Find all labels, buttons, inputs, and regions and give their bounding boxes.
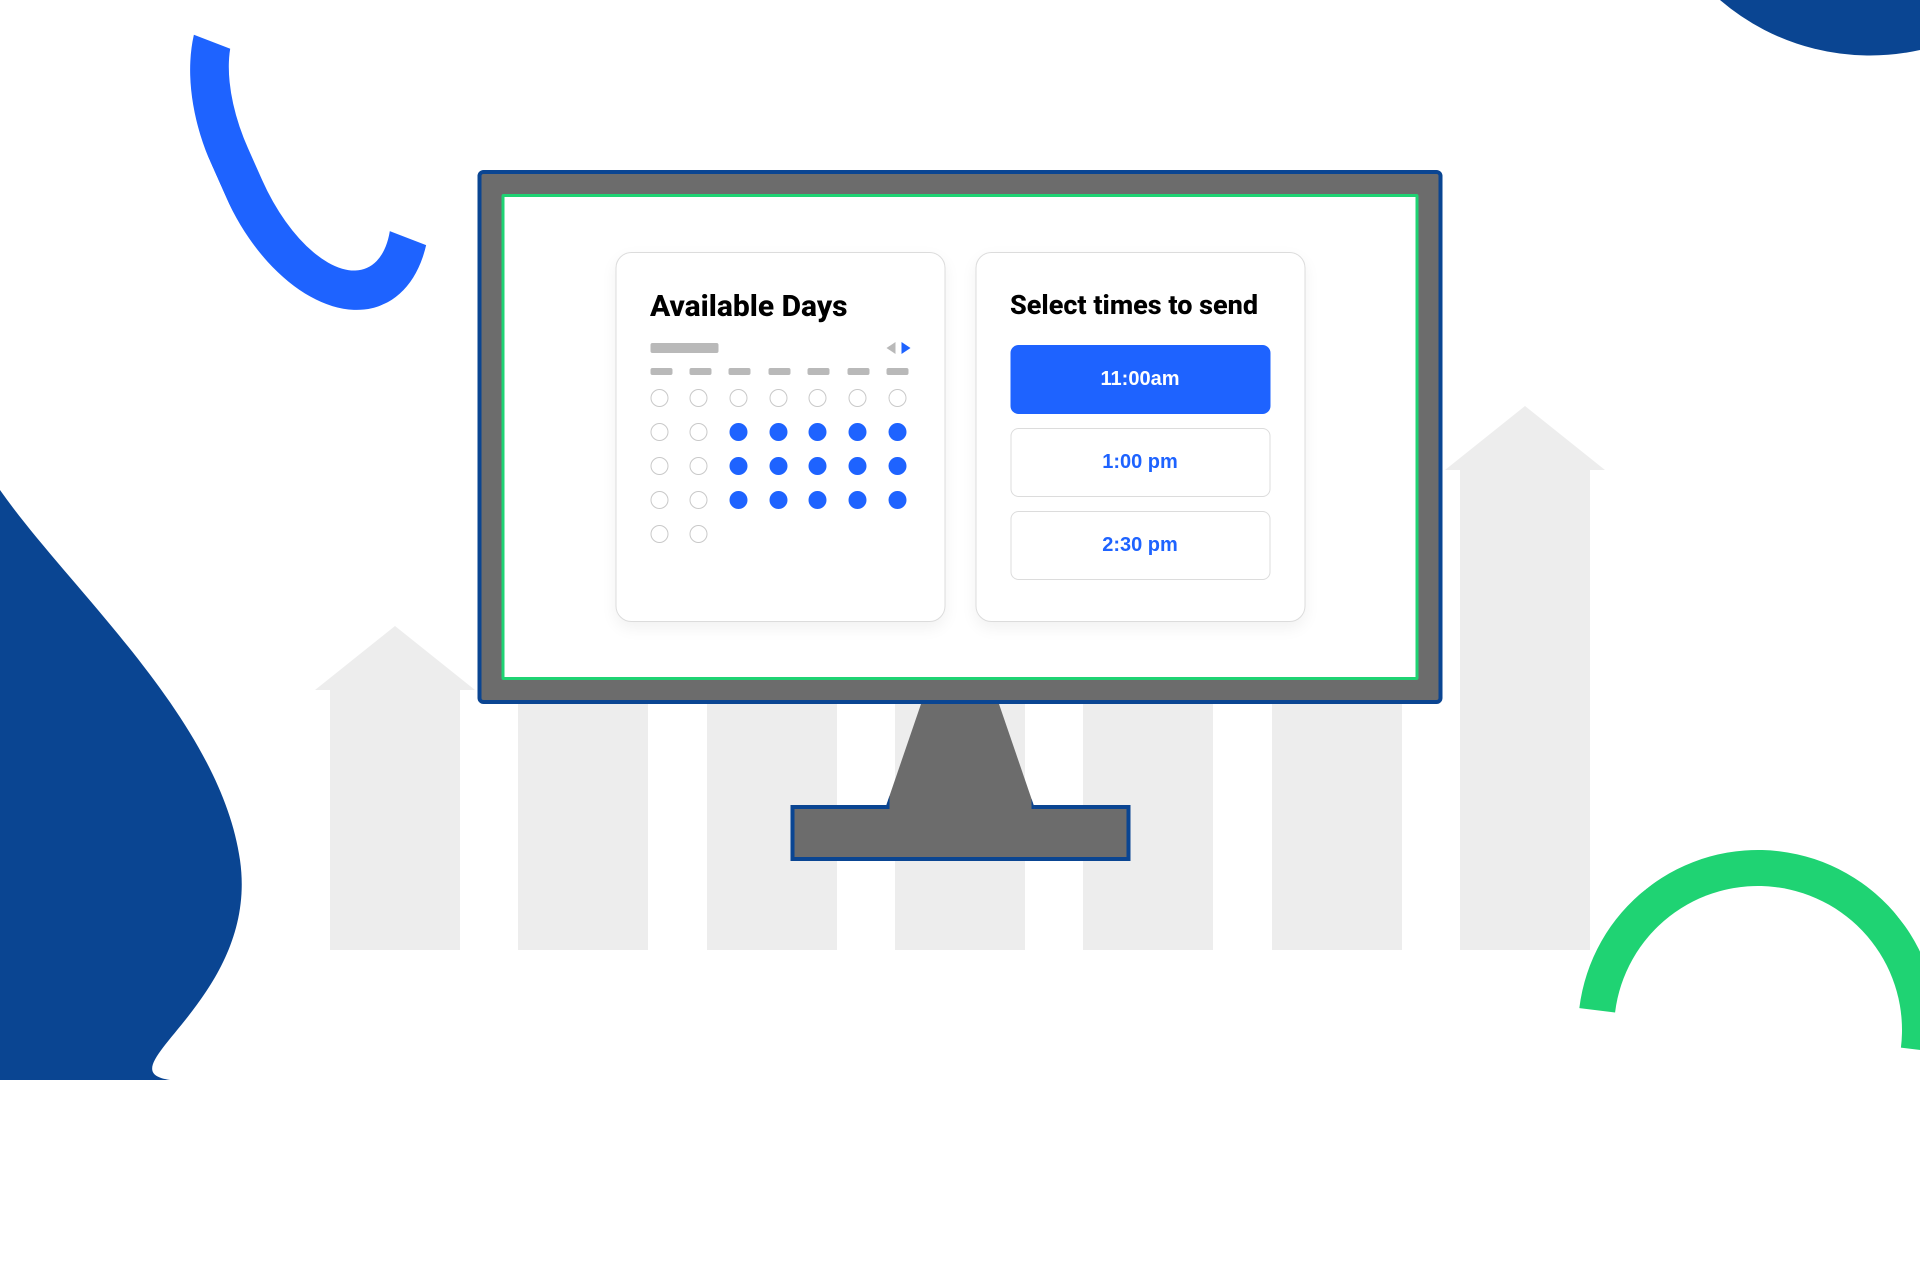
time-option-button[interactable]: 1:00 pm bbox=[1010, 428, 1270, 497]
calendar-day[interactable] bbox=[809, 491, 827, 509]
calendar-month-row bbox=[650, 342, 910, 354]
available-days-title: Available Days bbox=[650, 289, 910, 324]
calendar-day[interactable] bbox=[650, 525, 668, 543]
available-days-card: Available Days bbox=[615, 252, 945, 622]
calendar-nav bbox=[886, 342, 910, 354]
calendar-day[interactable] bbox=[809, 423, 827, 441]
select-times-card: Select times to send 11:00am 1:00 pm 2:30 … bbox=[975, 252, 1305, 622]
time-option-button[interactable]: 11:00am bbox=[1010, 345, 1270, 414]
calendar-day[interactable] bbox=[769, 423, 787, 441]
calendar-day[interactable] bbox=[888, 389, 906, 407]
monitor-illustration: Available Days Select times to send 11:0… bbox=[478, 170, 1443, 861]
calendar-day[interactable] bbox=[690, 491, 708, 509]
calendar-day[interactable] bbox=[769, 491, 787, 509]
calendar-day[interactable] bbox=[769, 389, 787, 407]
monitor-stand-base bbox=[790, 805, 1130, 861]
calendar-day[interactable] bbox=[729, 423, 747, 441]
calendar-day[interactable] bbox=[849, 491, 867, 509]
calendar-day[interactable] bbox=[809, 389, 827, 407]
monitor-stand-neck bbox=[885, 704, 1035, 809]
calendar-day[interactable] bbox=[888, 423, 906, 441]
calendar-day[interactable] bbox=[888, 457, 906, 475]
calendar-day[interactable] bbox=[729, 491, 747, 509]
calendar-day[interactable] bbox=[729, 389, 747, 407]
time-options-list: 11:00am 1:00 pm 2:30 pm bbox=[1010, 345, 1270, 580]
calendar-day[interactable] bbox=[849, 389, 867, 407]
calendar-day[interactable] bbox=[650, 457, 668, 475]
calendar-day[interactable] bbox=[690, 525, 708, 543]
calendar-day[interactable] bbox=[690, 423, 708, 441]
calendar-day[interactable] bbox=[888, 491, 906, 509]
calendar-day[interactable] bbox=[690, 389, 708, 407]
calendar-day[interactable] bbox=[809, 457, 827, 475]
monitor-bezel: Available Days Select times to send 11:0… bbox=[478, 170, 1443, 704]
decorative-blob-topright bbox=[1620, 0, 1920, 300]
calendar-day[interactable] bbox=[849, 423, 867, 441]
calendar-day[interactable] bbox=[849, 457, 867, 475]
calendar-day[interactable] bbox=[769, 457, 787, 475]
calendar-day[interactable] bbox=[690, 457, 708, 475]
calendar-day[interactable] bbox=[650, 491, 668, 509]
calendar-next-icon[interactable] bbox=[901, 342, 910, 354]
decorative-blob-bottomleft bbox=[0, 460, 360, 1080]
calendar-day[interactable] bbox=[650, 423, 668, 441]
calendar-weekday-row bbox=[650, 368, 910, 375]
calendar-prev-icon[interactable] bbox=[886, 342, 895, 354]
screen-content: Available Days Select times to send 11:0… bbox=[502, 194, 1419, 680]
calendar-day[interactable] bbox=[650, 389, 668, 407]
select-times-title: Select times to send bbox=[1010, 289, 1270, 321]
calendar-day[interactable] bbox=[729, 457, 747, 475]
time-option-button[interactable]: 2:30 pm bbox=[1010, 511, 1270, 580]
calendar-grid bbox=[650, 389, 910, 543]
month-label-placeholder bbox=[650, 343, 718, 353]
